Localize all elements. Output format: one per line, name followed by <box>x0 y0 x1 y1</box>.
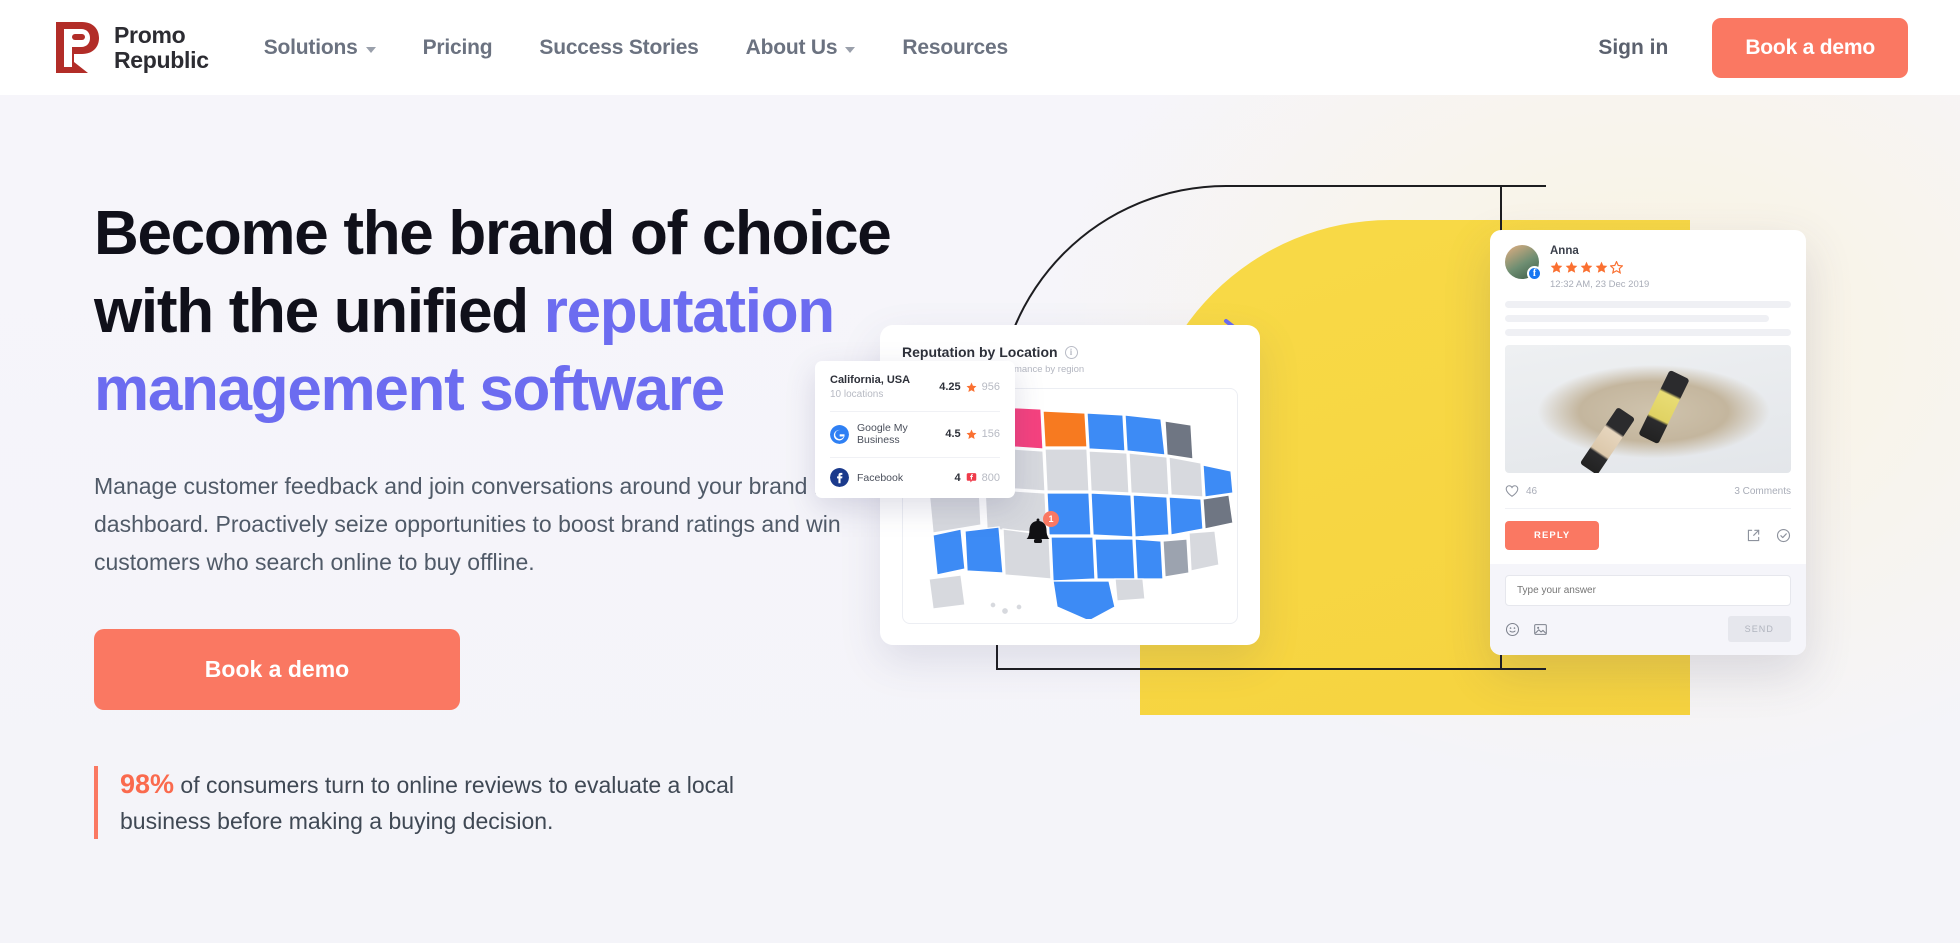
platform-score-value-facebook: 4 <box>954 471 961 484</box>
location-summary-row: California, USA 10 locations 4.25 956 <box>830 374 1000 400</box>
star-icon <box>1580 261 1593 273</box>
book-demo-header-button[interactable]: Book a demo <box>1712 17 1908 78</box>
map-card-header: Reputation by Location i <box>902 344 1238 360</box>
headline-accent-1: reputation <box>543 277 835 346</box>
logo-line-1: Promo <box>114 21 186 48</box>
hero-subcopy: Manage customer feedback and join conver… <box>94 473 877 575</box>
send-button[interactable]: SEND <box>1727 616 1791 642</box>
nav-label-success-stories: Success Stories <box>539 35 699 59</box>
nav-item-about-us[interactable]: About Us <box>746 36 856 60</box>
review-photo[interactable] <box>1505 345 1791 473</box>
hero-illustration: Reputation by Location i Aggregated loca… <box>815 95 1960 943</box>
platform-name-facebook: Facebook <box>857 471 904 484</box>
nav-label-resources: Resources <box>902 35 1008 59</box>
location-score-value: 4.25 <box>939 381 961 393</box>
divider <box>830 457 1000 458</box>
star-icon <box>1595 261 1608 273</box>
nav-label-about-us: About Us <box>745 35 838 59</box>
stat-text: of consumers turn to online reviews to e… <box>120 772 735 834</box>
location-count: 10 locations <box>830 389 884 400</box>
like-count: 46 <box>1526 485 1538 497</box>
info-icon[interactable]: i <box>1064 345 1078 359</box>
review-engagement: 46 3 Comments <box>1490 473 1806 508</box>
comment-count[interactable]: 3 Comments <box>1734 486 1791 497</box>
composer-icons <box>1505 622 1548 637</box>
location-review-count: 956 <box>981 381 1000 393</box>
like-group[interactable]: 46 <box>1505 484 1537 498</box>
bell-badge-count: 1 <box>1043 511 1059 527</box>
main-navigation: Solutions Pricing Success Stories About … <box>264 36 1008 60</box>
check-circle-icon[interactable] <box>1776 528 1791 543</box>
review-text-line <box>1505 329 1791 336</box>
composer-toolbar: SEND <box>1505 616 1791 642</box>
review-actions: REPLY <box>1490 509 1806 564</box>
logo[interactable]: Promo Republic <box>52 20 209 75</box>
external-link-icon[interactable] <box>1746 528 1761 543</box>
google-my-business-icon <box>830 424 849 444</box>
site-header: Promo Republic Solutions Pricing Success… <box>0 0 1960 95</box>
divider <box>830 411 1000 412</box>
product-bottle <box>1579 406 1636 473</box>
header-actions: Sign in Book a demo <box>1598 17 1908 78</box>
star-icon <box>966 429 977 439</box>
hero-section: Become the brand of choice with the unif… <box>0 95 1960 943</box>
review-text-line <box>1505 301 1791 308</box>
facebook-rating-icon <box>966 473 976 483</box>
location-detail-tooltip: California, USA 10 locations 4.25 956 Go… <box>815 361 1015 498</box>
headline-line-2: with the unified <box>94 277 544 346</box>
platform-name-google: Google My Business <box>857 422 908 446</box>
nav-label-solutions: Solutions <box>263 35 358 59</box>
platform-score-google: 4.5 156 <box>945 428 1000 440</box>
facebook-icon <box>830 468 849 487</box>
platform-row-facebook: Facebook 4 800 <box>830 468 1000 487</box>
product-bottle <box>1638 369 1690 445</box>
heart-icon <box>1505 485 1519 497</box>
star-icon <box>1550 261 1563 273</box>
location-score: 4.25 956 <box>939 381 1000 393</box>
review-rating <box>1550 261 1649 274</box>
platform-score-value-google: 4.5 <box>945 428 961 440</box>
platform-row-google: Google My Business 4.5 156 <box>830 422 1000 446</box>
answer-input[interactable] <box>1505 575 1791 606</box>
chevron-down-icon <box>845 46 856 53</box>
nav-item-resources[interactable]: Resources <box>902 36 1008 60</box>
star-icon <box>966 382 977 392</box>
review-header: f Anna 12:32 AM, 23 Dec 2019 <box>1490 230 1806 301</box>
logo-line-2: Republic <box>114 46 209 73</box>
promorepublic-logo-icon <box>56 22 99 73</box>
image-icon[interactable] <box>1533 622 1548 637</box>
chevron-down-icon <box>365 46 376 53</box>
facebook-icon: f <box>1527 266 1542 281</box>
headline-line-1: Become the brand of choice <box>94 199 892 268</box>
nav-label-pricing: Pricing <box>422 35 493 59</box>
nav-item-success-stories[interactable]: Success Stories <box>539 36 698 60</box>
logo-text: Promo Republic <box>114 21 209 73</box>
hero-copy: Become the brand of choice with the unif… <box>94 195 994 839</box>
sign-in-link[interactable]: Sign in <box>1598 36 1668 60</box>
star-outline-icon <box>1610 261 1623 274</box>
headline-accent-2: management software <box>94 355 725 424</box>
map-card-title-text: Reputation by Location <box>902 344 1058 360</box>
star-icon <box>1565 261 1578 273</box>
location-name: California, USA <box>830 374 911 386</box>
review-author: Anna <box>1550 245 1579 257</box>
review-action-icons <box>1746 528 1791 543</box>
platform-score-facebook: 4 800 <box>955 472 1000 484</box>
stat-callout: 98% of consumers turn to online reviews … <box>94 766 784 839</box>
nav-item-solutions[interactable]: Solutions <box>264 36 376 60</box>
platform-count-facebook: 800 <box>981 471 1000 484</box>
review-card: f Anna 12:32 AM, 23 Dec 2019 46 3 Commen… <box>1490 230 1806 655</box>
nav-item-pricing[interactable]: Pricing <box>423 36 493 60</box>
platform-count-google: 156 <box>981 428 1000 440</box>
emoji-icon[interactable] <box>1505 622 1520 637</box>
stat-percent: 98% <box>120 769 175 799</box>
review-reply-composer: SEND <box>1490 564 1806 655</box>
review-text-line <box>1505 315 1769 322</box>
book-demo-hero-button[interactable]: Book a demo <box>94 629 460 710</box>
reply-button[interactable]: REPLY <box>1505 521 1600 550</box>
avatar: f <box>1505 245 1542 281</box>
review-date: 12:32 AM, 23 Dec 2019 <box>1550 279 1650 290</box>
